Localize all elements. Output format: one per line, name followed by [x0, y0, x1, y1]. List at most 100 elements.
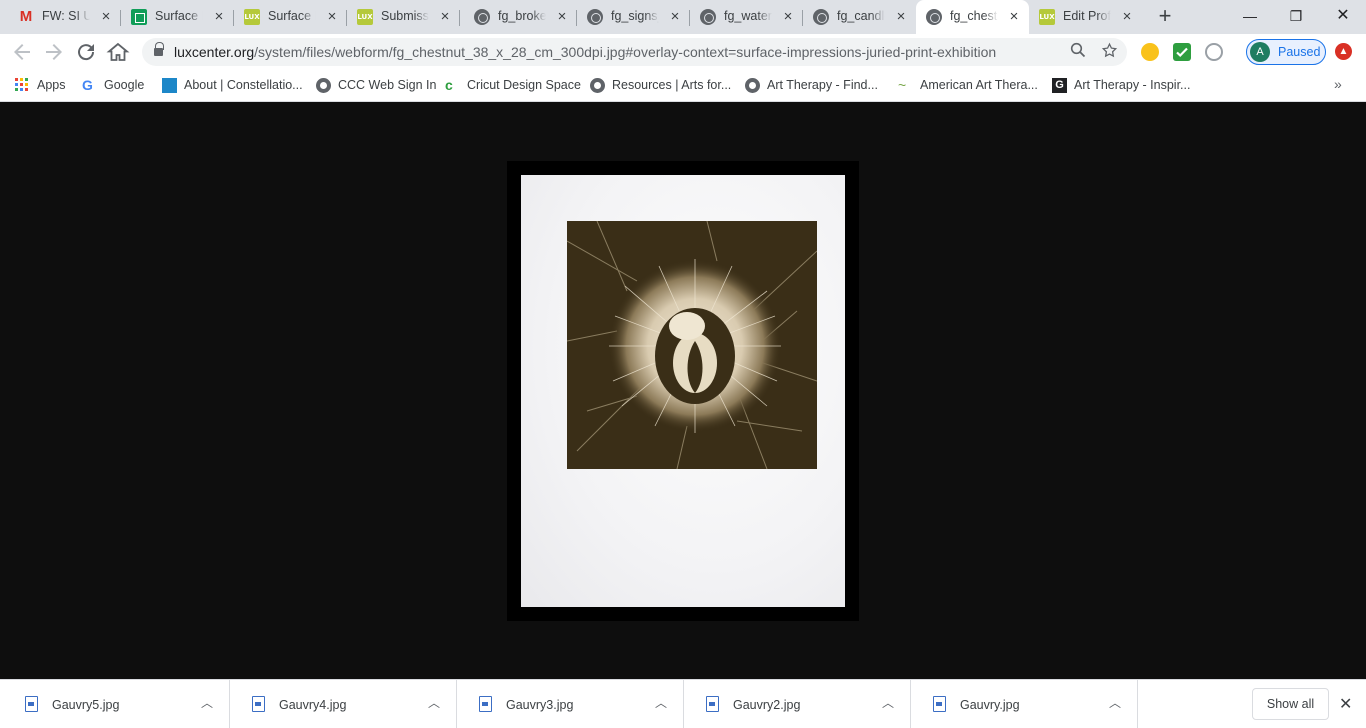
bookmark-resources-arts[interactable]: Resources | Arts for... — [590, 77, 731, 95]
tab-submission[interactable]: LUX Submissio × — [347, 2, 460, 32]
tab-title: Edit Profil — [1063, 9, 1111, 23]
tab-surface-lux[interactable]: LUX Surface Im × — [234, 2, 347, 32]
tab-title: Submissio — [381, 9, 429, 23]
google-icon: G — [82, 77, 93, 93]
cricut-icon: c — [445, 77, 453, 93]
show-all-downloads-button[interactable]: Show all — [1252, 688, 1329, 720]
tab-separator — [459, 10, 460, 26]
tab-fg-chestnut[interactable]: fg_chestn × — [916, 0, 1029, 34]
close-icon[interactable]: × — [325, 9, 339, 24]
close-icon[interactable]: × — [668, 9, 682, 24]
constellation-icon — [162, 78, 177, 93]
download-filename: Gauvry2.jpg — [733, 698, 801, 712]
close-icon[interactable]: × — [99, 9, 113, 24]
close-icon[interactable]: ✕ — [1339, 694, 1352, 714]
bookmark-label: CCC Web Sign In — [338, 78, 437, 92]
minimize-icon[interactable]: — — [1238, 4, 1262, 28]
close-icon[interactable]: × — [1120, 9, 1134, 24]
download-item[interactable]: Gauvry.jpg ︿ — [911, 680, 1138, 728]
tab-title: fg_chestn — [950, 9, 998, 23]
profile-paused-button[interactable]: A Paused — [1246, 39, 1326, 65]
chestnut-print-image — [567, 221, 817, 469]
extension-circle-icon[interactable] — [1205, 43, 1223, 61]
g-square-icon: G — [1052, 78, 1067, 93]
tab-surface-sheets[interactable]: Surface Im × — [121, 2, 234, 32]
globe-icon — [587, 9, 603, 25]
bookmark-american-art-therapy[interactable]: ~ American Art Thera... — [898, 77, 1038, 95]
tab-title: FW: SI Ur — [42, 9, 90, 23]
download-item[interactable]: Gauvry2.jpg ︿ — [684, 680, 911, 728]
wave-icon: ~ — [898, 77, 907, 93]
download-item[interactable]: Gauvry3.jpg ︿ — [457, 680, 684, 728]
download-filename: Gauvry3.jpg — [506, 698, 574, 712]
bookmarks-overflow-chevron-icon[interactable]: » — [1334, 76, 1342, 92]
bookmark-star-icon[interactable] — [1099, 42, 1119, 62]
gmail-icon: M — [19, 8, 33, 25]
extension-search-icon[interactable] — [1141, 43, 1159, 61]
tab-fg-candle[interactable]: fg_candle × — [803, 2, 916, 32]
avatar: A — [1250, 42, 1270, 62]
bookmark-label: Art Therapy - Inspir... — [1074, 78, 1191, 92]
address-bar[interactable]: luxcenter.org/system/files/webform/fg_ch… — [142, 38, 1127, 66]
bookmark-art-therapy-find[interactable]: Art Therapy - Find... — [745, 77, 878, 95]
tab-fg-broken[interactable]: fg_broke × — [464, 2, 577, 32]
image-file-icon — [933, 696, 946, 712]
back-arrow-icon[interactable] — [10, 40, 34, 64]
chevron-up-icon[interactable]: ︿ — [428, 694, 440, 711]
apps-grid-icon — [15, 78, 28, 91]
lock-icon[interactable] — [154, 42, 164, 57]
bookmark-art-therapy-inspire[interactable]: G Art Therapy - Inspir... — [1052, 77, 1190, 95]
home-icon[interactable] — [106, 40, 130, 64]
tab-gmail[interactable]: M FW: SI Ur × — [8, 2, 121, 32]
url-path: /system/files/webform/fg_chestnut_38_x_2… — [254, 44, 997, 60]
image-frame[interactable] — [507, 161, 859, 621]
bookmark-constellation[interactable]: About | Constellatio... — [162, 77, 303, 95]
extension-checkmark-icon[interactable] — [1173, 43, 1191, 61]
bookmark-label: Resources | Arts for... — [612, 78, 732, 92]
print-paper — [521, 175, 845, 607]
bookmark-label: Apps — [37, 78, 66, 92]
chevron-up-icon[interactable]: ︿ — [882, 694, 894, 711]
globe-icon — [745, 78, 760, 93]
bookmarks-bar: Apps G Google About | Constellatio... CC… — [0, 70, 1366, 102]
image-file-icon — [479, 696, 492, 712]
download-filename: Gauvry4.jpg — [279, 698, 347, 712]
window-close-icon[interactable]: ✕ — [1331, 4, 1355, 28]
chevron-up-icon[interactable]: ︿ — [201, 694, 213, 711]
bookmark-label: About | Constellatio... — [184, 78, 303, 92]
chevron-up-icon[interactable]: ︿ — [655, 694, 667, 711]
bookmark-apps[interactable]: Apps — [15, 77, 66, 95]
download-item[interactable]: Gauvry5.jpg ︿ — [3, 680, 230, 728]
close-icon[interactable]: × — [894, 9, 908, 24]
close-icon[interactable]: × — [212, 9, 226, 24]
bookmark-ccc-web-sign-in[interactable]: CCC Web Sign In — [316, 77, 436, 95]
tab-fg-water[interactable]: fg_water × — [690, 2, 803, 32]
forward-arrow-icon[interactable] — [42, 40, 66, 64]
browser-toolbar: luxcenter.org/system/files/webform/fg_ch… — [0, 34, 1366, 70]
tab-fg-signs[interactable]: fg_signs_ × — [577, 2, 690, 32]
maximize-icon[interactable]: ❐ — [1284, 4, 1308, 28]
bookmark-label: American Art Thera... — [920, 78, 1038, 92]
tab-title: Surface Im — [268, 9, 316, 23]
zoom-search-icon[interactable] — [1068, 42, 1088, 62]
close-icon[interactable]: × — [1007, 9, 1021, 24]
bookmark-cricut[interactable]: c Cricut Design Space — [445, 77, 581, 95]
globe-icon — [813, 9, 829, 25]
globe-icon — [590, 78, 605, 93]
lux-icon: LUX — [1039, 9, 1055, 25]
image-viewer — [0, 103, 1366, 679]
close-icon[interactable]: × — [781, 9, 795, 24]
globe-icon — [316, 78, 331, 93]
new-tab-plus-icon[interactable]: + — [1154, 5, 1176, 28]
close-icon[interactable]: × — [438, 9, 452, 24]
lux-icon: LUX — [244, 9, 260, 25]
image-file-icon — [25, 696, 38, 712]
url-text[interactable]: luxcenter.org/system/files/webform/fg_ch… — [174, 44, 996, 60]
bookmark-google[interactable]: G Google — [82, 77, 144, 95]
update-arrow-icon[interactable]: ▲ — [1335, 43, 1352, 60]
tab-edit-profile[interactable]: LUX Edit Profil × — [1029, 2, 1142, 32]
chevron-up-icon[interactable]: ︿ — [1109, 694, 1121, 711]
reload-icon[interactable] — [74, 40, 98, 64]
download-item[interactable]: Gauvry4.jpg ︿ — [230, 680, 457, 728]
close-icon[interactable]: × — [555, 9, 569, 24]
